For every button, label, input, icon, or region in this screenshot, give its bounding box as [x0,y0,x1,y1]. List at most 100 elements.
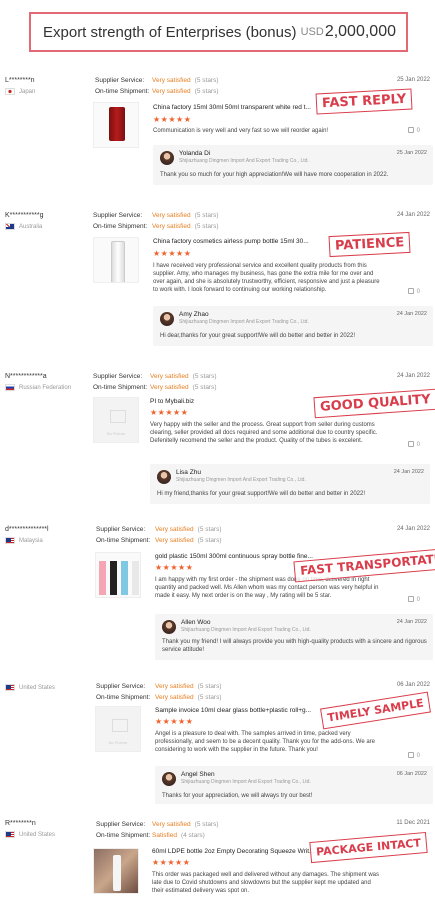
review-comment: Angel is a pleasure to deal with. The sa… [155,731,376,753]
thumbs-up-icon [407,441,414,447]
star-rating: ★★★★★ [153,249,192,258]
reply-name: Allen Woo [181,619,211,626]
buyer-country: Australia [5,223,42,230]
buyer-country: United States [5,684,55,691]
like-button[interactable]: 0 [407,596,420,603]
reply-date: 25 Jan 2022 [396,150,427,156]
product-title-link[interactable]: China factory cosmetics airless pump bot… [153,238,309,245]
rating-labels: Supplier Service: On-time Shipment: [93,373,148,391]
reply-text: Hi my friend,thanks for your great suppo… [157,491,365,497]
thumbs-up-icon [407,596,414,602]
avatar [160,151,174,165]
reply-text: Thank you so much for your high apprecia… [160,172,389,178]
product-title-link[interactable]: Sample invoice 10ml clear glass bottle+p… [155,707,311,714]
review-date: 25 Jan 2022 [396,77,430,83]
review-date: 24 Jan 2022 [396,526,430,532]
like-button[interactable]: 0 [407,441,420,448]
review-comment: This order was packaged well and deliver… [152,872,380,894]
supplier-reply: Lisa Zhu Shijiazhuang Dingmen Import And… [150,464,430,504]
like-button[interactable]: 0 [407,288,420,295]
star-rating: ★★★★★ [153,115,192,124]
review-card: N************a Russian Federation Suppli… [0,373,435,513]
reply-text: Thank you my friend! I will always provi… [162,639,427,653]
avatar [157,470,171,484]
thumbs-up-icon [407,288,414,294]
product-thumbnail[interactable] [93,848,139,894]
reply-name: Amy Zhao [179,311,209,318]
rating-values: Very satisfied (5 stars) Very satisfied (5… [155,526,222,544]
reply-name: Lisa Zhu [176,469,201,476]
review-date: 24 Jan 2022 [396,373,430,379]
usa-flag-icon [5,831,15,838]
australia-flag-icon [5,223,15,230]
export-strength-banner: Export strength of Enterprises (bonus) U… [29,12,408,52]
reply-name: Angel Shen [181,771,215,778]
rating-labels: Supplier Service: On-time Shipment: [95,77,150,95]
rating-labels: Supplier Service: On-time Shipment: [96,821,151,839]
banner-amount: 2,000,000 [324,23,396,40]
product-thumbnail[interactable]: No Picture [95,706,141,752]
product-title-link[interactable]: PI to Mybali.biz [150,398,194,405]
star-rating: ★★★★★ [155,717,194,726]
review-comment: Communication is very well and very fast… [153,128,329,134]
buyer-country: Malaysia [5,537,43,544]
supplier-reply: Yolanda Di Shijiazhuang Dingmen Import A… [153,145,433,185]
buyer-name: R********n [5,820,36,827]
product-thumbnail[interactable]: No Picture [93,397,139,443]
product-title-link[interactable]: 60ml LDPE bottle 2oz Empty Decorating Sq… [152,848,314,855]
buyer-name: N************a [5,373,47,380]
buyer-country: Russian Federation [5,384,71,391]
product-thumbnail[interactable] [95,552,141,598]
review-comment: I have received very professional servic… [153,263,380,293]
rating-labels: Supplier Service: On-time Shipment: [96,526,151,544]
reply-text: Hi dear,thanks for your great support!We… [160,333,355,339]
star-rating: ★★★★★ [150,408,189,417]
rating-values: Very satisfied (5 stars) Very satisfied (5… [152,77,219,95]
highlight-sticker: TIMELY SAMPLE [320,691,432,730]
star-rating: ★★★★★ [155,563,194,572]
review-card: K***********g Australia Supplier Service… [0,212,435,357]
rating-labels: Supplier Service: On-time Shipment: [93,212,148,230]
buyer-name: K***********g [5,212,44,219]
russia-flag-icon [5,384,15,391]
japan-flag-icon [5,88,15,95]
usa-flag-icon [5,684,15,691]
product-thumbnail[interactable] [93,102,139,148]
avatar [162,620,176,634]
buyer-name: L********n [5,77,35,84]
reply-date: 24 Jan 2022 [393,469,424,475]
review-card: United States Supplier Service: On-time S… [0,682,435,807]
avatar [160,312,174,326]
star-rating: ★★★★★ [152,858,191,867]
rating-values: Very satisfied (5 stars) Satisfied (4 star… [152,821,219,839]
review-comment: I am happy with my first order - the shi… [155,577,379,599]
review-card: L********n Japan Supplier Service: On-tim… [0,77,435,197]
banner-title: Export strength of Enterprises (bonus) [43,23,297,41]
rating-values: Very satisfied (5 stars) Very satisfied (5… [152,212,219,230]
like-button[interactable]: 0 [407,127,420,134]
reply-company: Shijiazhuang Dingmen Import And Export T… [176,477,306,483]
reply-date: 24 Jan 2022 [396,619,427,625]
review-card: R********n United States Supplier Servic… [0,820,435,914]
highlight-sticker: PACKAGE INTACT [309,831,428,864]
buyer-country: Japan [5,88,35,95]
thumbs-up-icon [407,752,414,758]
product-title-link[interactable]: gold plastic 150ml 300ml continuous spra… [155,553,313,560]
reply-company: Shijiazhuang Dingmen Import And Export T… [181,779,311,785]
review-comment: Very happy with the seller and the proce… [150,422,378,444]
reply-name: Yolanda Di [179,150,211,157]
highlight-sticker: GOOD QUALITY [313,388,435,419]
rating-values: Very satisfied (5 stars) Very satisfied (5… [155,683,222,701]
supplier-reply: Amy Zhao Shijiazhuang Dingmen Import And… [153,306,433,346]
reply-date: 06 Jan 2022 [396,771,427,777]
review-date: 24 Jan 2022 [396,212,430,218]
reply-company: Shijiazhuang Dingmen Import And Export T… [179,319,309,325]
reply-company: Shijiazhuang Dingmen Import And Export T… [181,627,311,633]
like-button[interactable]: 0 [407,752,420,759]
product-thumbnail[interactable] [93,237,139,283]
product-title-link[interactable]: China factory 15ml 30ml 50ml transparent… [153,104,311,111]
review-date: 06 Jan 2022 [396,682,430,688]
highlight-sticker: PATIENCE [328,231,411,258]
reply-text: Thanks for your appreciation, we will al… [162,793,313,799]
rating-values: Very satisfied (5 stars) Very satisfied (5… [150,373,217,391]
